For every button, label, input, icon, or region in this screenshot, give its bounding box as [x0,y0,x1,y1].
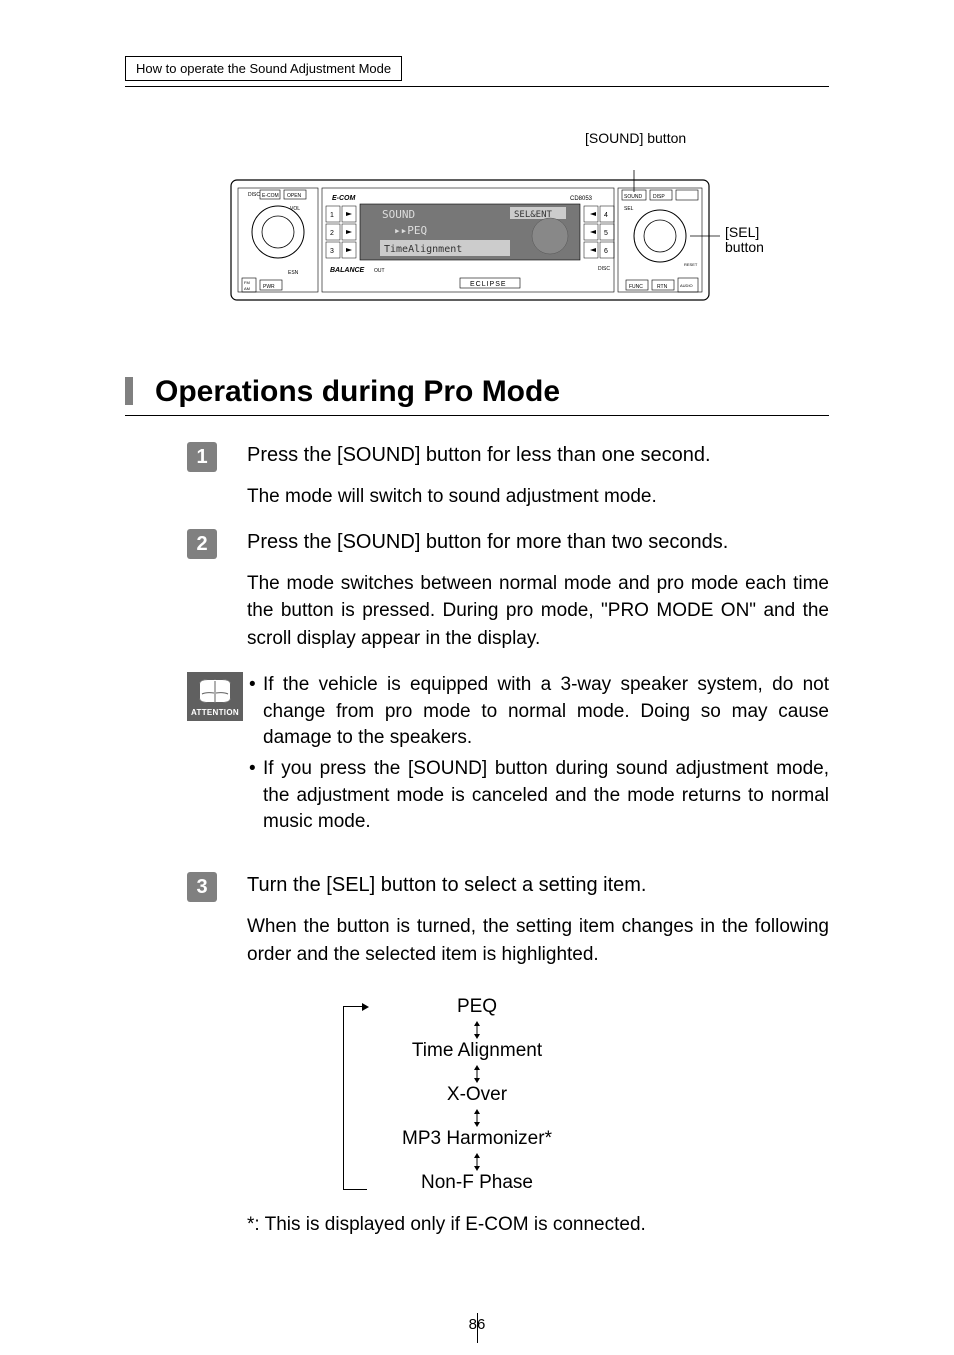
breadcrumb: How to operate the Sound Adjustment Mode [125,56,402,81]
header-rule [125,86,829,87]
svg-text:FM: FM [244,280,250,285]
section-heading: Operations during Pro Mode [125,375,829,416]
attention-list: If the vehicle is equipped with a 3-way … [249,672,829,836]
book-icon [196,678,234,706]
svg-text:3: 3 [330,248,334,255]
flow-item-nonf-phase: Non-F Phase [367,1172,587,1196]
footnote: *: This is displayed only if E-COM is co… [247,1214,829,1236]
updown-arrow-icon [367,1152,587,1172]
arrow-right-icon [362,1003,369,1011]
svg-text:RTN: RTN [657,284,668,290]
step-number-1: 1 [187,442,217,472]
svg-text:DISC: DISC [248,192,260,198]
svg-text:SOUND: SOUND [624,194,642,200]
svg-text:AM: AM [244,286,250,291]
stereo-illustration: DISC E-COM OPEN VOL FM AM PWR ESN E-COM … [230,170,720,310]
svg-text:AUDIO: AUDIO [680,283,693,288]
step-1-head: Press the [SOUND] button for less than o… [247,444,829,467]
attention-badge: ATTENTION [187,672,243,721]
svg-text:2: 2 [330,230,334,237]
flow-item-time-alignment: Time Alignment [367,1040,587,1064]
svg-text:4: 4 [604,212,608,219]
flow-bracket [343,1006,367,1190]
updown-arrow-icon [367,1064,587,1084]
step-2-body: The mode switches between normal mode an… [247,570,829,653]
svg-text:FUNC: FUNC [629,284,643,290]
svg-text:OPEN: OPEN [287,193,302,199]
svg-text:CD8053: CD8053 [570,196,593,202]
svg-text:OUT: OUT [374,268,385,274]
svg-text:ESN: ESN [288,270,299,276]
svg-text:PWR: PWR [263,284,275,290]
svg-text:SEL: SEL [624,206,634,212]
svg-text:BALANCE: BALANCE [330,267,365,274]
page-number-rule [477,1313,478,1343]
svg-text:6: 6 [604,248,608,255]
svg-text:TimeAlignment: TimeAlignment [384,244,462,255]
step-3-head: Turn the [SEL] button to select a settin… [247,874,829,897]
sound-button-label: [SOUND] button [585,130,686,146]
flow-item-mp3-harmonizer: MP3 Harmonizer* [367,1128,587,1152]
svg-text:DISC: DISC [598,266,610,272]
lcd-line1: SOUND [382,208,415,221]
flow-item-peq: PEQ [367,996,587,1020]
attention-label: ATTENTION [187,708,243,717]
attention-item-2: If you press the [SOUND] button during s… [249,756,829,836]
svg-text:RESET: RESET [684,262,698,267]
step-2: 2 Press the [SOUND] button for more than… [125,531,829,653]
step-number-3: 3 [187,872,217,902]
step-3-body: When the button is turned, the setting i… [247,913,829,968]
svg-text:5: 5 [604,230,608,237]
svg-text:E-COM: E-COM [332,195,356,202]
step-number-2: 2 [187,529,217,559]
step-1: 1 Press the [SOUND] button for less than… [125,444,829,511]
sel-button-label: [SEL] button [725,225,764,256]
svg-text:E-COM: E-COM [262,193,279,199]
step-3: 3 Turn the [SEL] button to select a sett… [125,874,829,968]
updown-arrow-icon [367,1108,587,1128]
step-1-body: The mode will switch to sound adjustment… [247,483,829,511]
attention-item-1: If the vehicle is equipped with a 3-way … [249,672,829,752]
svg-text:DISP: DISP [653,194,665,200]
svg-text:VOL: VOL [290,206,300,212]
step-2-head: Press the [SOUND] button for more than t… [247,531,829,554]
svg-text:▸▸PEQ: ▸▸PEQ [394,224,427,237]
flow-diagram: PEQ Time Alignment X-Over MP3 Harmonizer… [367,996,587,1196]
flow-item-xover: X-Over [367,1084,587,1108]
updown-arrow-icon [367,1020,587,1040]
attention-block: ATTENTION If the vehicle is equipped wit… [187,672,829,852]
sel-label-line1: [SEL] [725,224,759,240]
svg-text:ECLIPSE: ECLIPSE [470,281,507,288]
sel-label-line2: button [725,239,764,255]
svg-text:1: 1 [330,212,334,219]
